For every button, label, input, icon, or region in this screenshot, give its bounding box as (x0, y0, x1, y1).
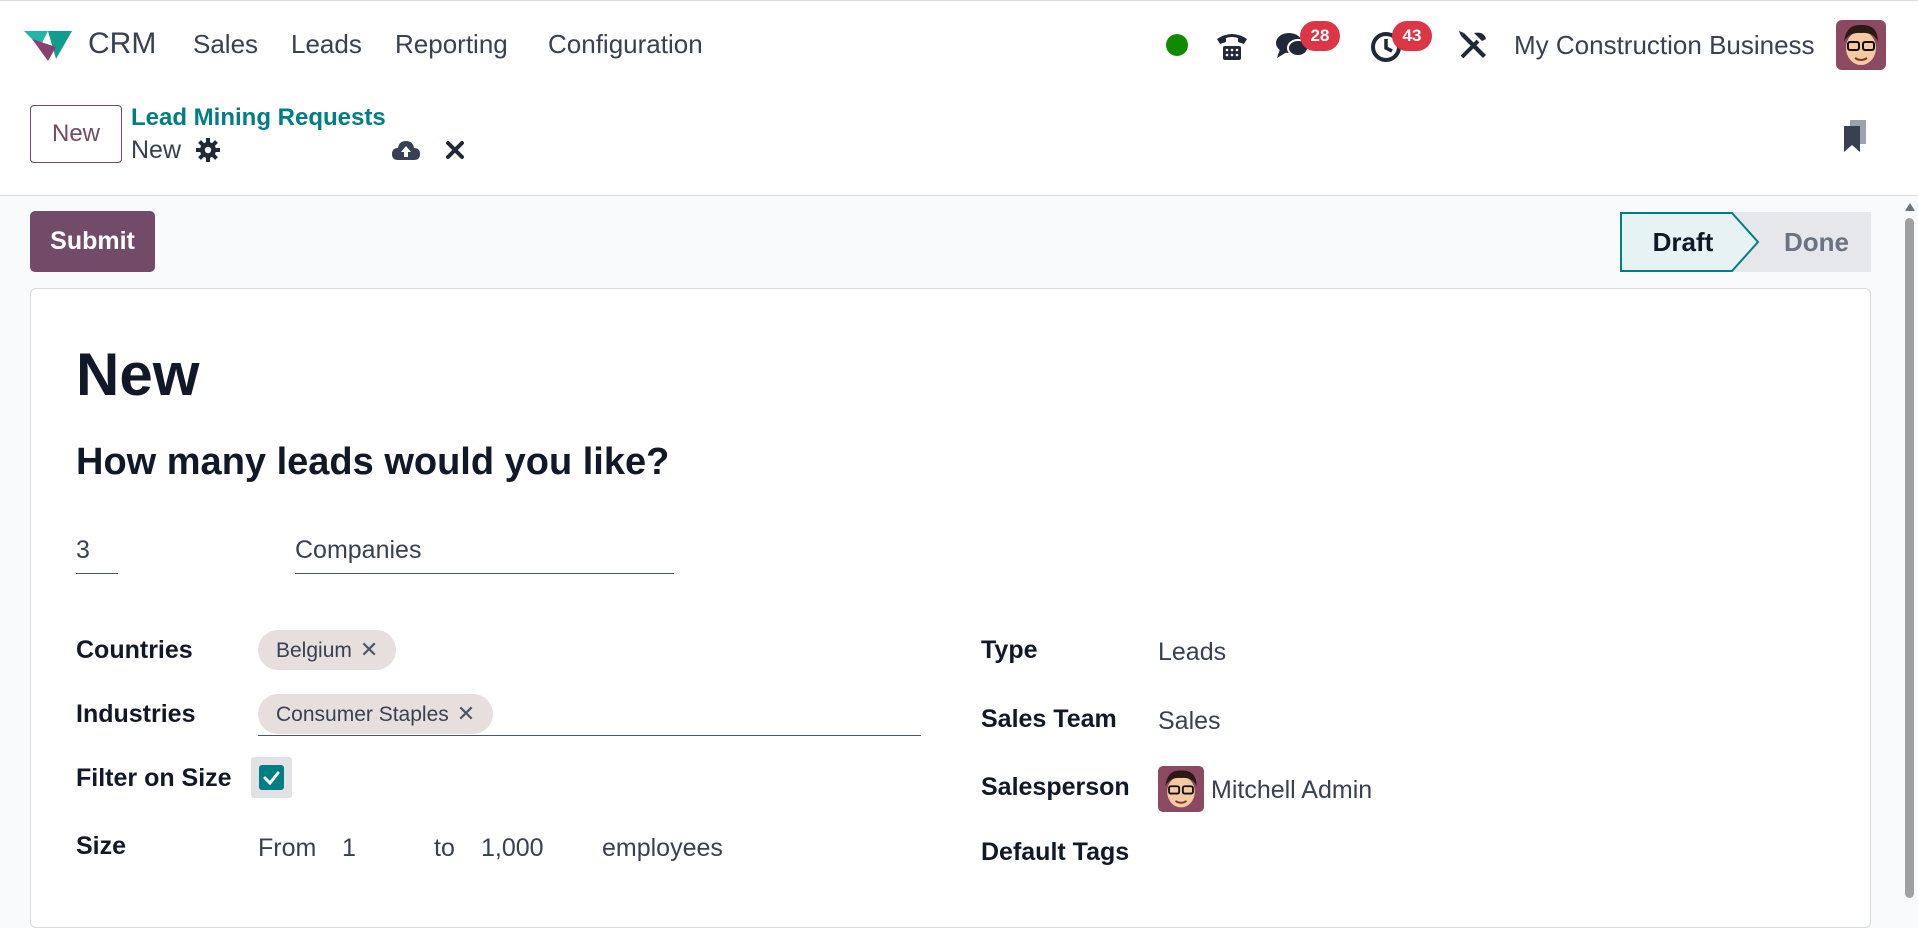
size-from-label: From (258, 834, 317, 862)
phone-icon[interactable] (1214, 27, 1250, 63)
scroll-up-arrow-icon[interactable] (1904, 202, 1916, 212)
status-bar: Done Draft (1620, 212, 1871, 272)
default-tags-label: Default Tags (981, 838, 1130, 866)
crm-logo-icon[interactable] (22, 27, 74, 63)
messages-badge: 28 (1300, 21, 1340, 51)
size-label: Size (76, 832, 127, 860)
tools-icon[interactable] (1456, 27, 1492, 63)
check-icon (263, 771, 280, 786)
country-tag-belgium: Belgium ✕ (258, 630, 397, 670)
filter-size-checkbox-wrap (251, 757, 292, 798)
menu-reporting[interactable]: Reporting (395, 29, 508, 60)
industries-label: Industries (76, 700, 196, 728)
remove-tag-icon[interactable]: ✕ (457, 694, 475, 734)
salesperson-input[interactable]: Mitchell Admin (1211, 776, 1372, 805)
app-name[interactable]: CRM (88, 27, 156, 61)
industry-tag-consumer-staples: Consumer Staples ✕ (258, 694, 494, 734)
menu-sales[interactable]: Sales (193, 29, 258, 60)
size-from-input[interactable]: 1 (342, 834, 356, 863)
menu-leads[interactable]: Leads (291, 29, 362, 60)
filter-size-checkbox[interactable] (259, 765, 284, 790)
submit-button[interactable]: Submit (30, 211, 155, 272)
size-to-label: to (434, 834, 455, 862)
search-type-select[interactable]: Companies (295, 536, 674, 574)
bookmark-icon[interactable] (1840, 118, 1870, 154)
countries-label: Countries (76, 636, 193, 664)
record-title: New (76, 341, 200, 408)
new-record-button[interactable]: New (30, 105, 122, 163)
lead-count-input[interactable]: 3 (76, 536, 118, 574)
breadcrumb-lead-mining-requests[interactable]: Lead Mining Requests (131, 104, 386, 132)
gear-icon[interactable] (196, 138, 220, 162)
user-avatar[interactable] (1836, 20, 1886, 70)
menu-configuration[interactable]: Configuration (548, 29, 703, 60)
scrollbar-thumb[interactable] (1905, 218, 1914, 898)
breadcrumb-current-record: New (131, 136, 182, 164)
salesperson-label: Salesperson (981, 773, 1130, 801)
control-panel: New Lead Mining Requests New (0, 88, 1918, 196)
size-unit-label: employees (602, 834, 723, 862)
discard-close-icon[interactable] (444, 139, 466, 161)
tag-label: Consumer Staples (276, 703, 449, 726)
stage-draft[interactable]: Draft (1620, 212, 1746, 272)
activities-badge: 43 (1392, 21, 1432, 51)
type-select[interactable]: Leads (1158, 638, 1226, 667)
sales-team-input[interactable]: Sales (1158, 707, 1221, 736)
sales-team-label: Sales Team (981, 705, 1117, 733)
tag-label: Belgium (276, 639, 352, 662)
top-navbar: CRM Sales Leads Reporting Configuration … (0, 0, 1918, 88)
filter-size-label: Filter on Size (76, 764, 232, 792)
form-sheet (30, 288, 1871, 928)
save-cloud-icon[interactable] (391, 138, 421, 162)
type-label: Type (981, 636, 1038, 664)
company-switcher[interactable]: My Construction Business (1514, 30, 1815, 61)
leads-question: How many leads would you like? (76, 441, 670, 483)
size-to-input[interactable]: 1,000 (481, 834, 544, 863)
salesperson-avatar (1158, 766, 1204, 812)
presence-status-icon[interactable] (1166, 34, 1188, 56)
remove-tag-icon[interactable]: ✕ (360, 630, 378, 670)
